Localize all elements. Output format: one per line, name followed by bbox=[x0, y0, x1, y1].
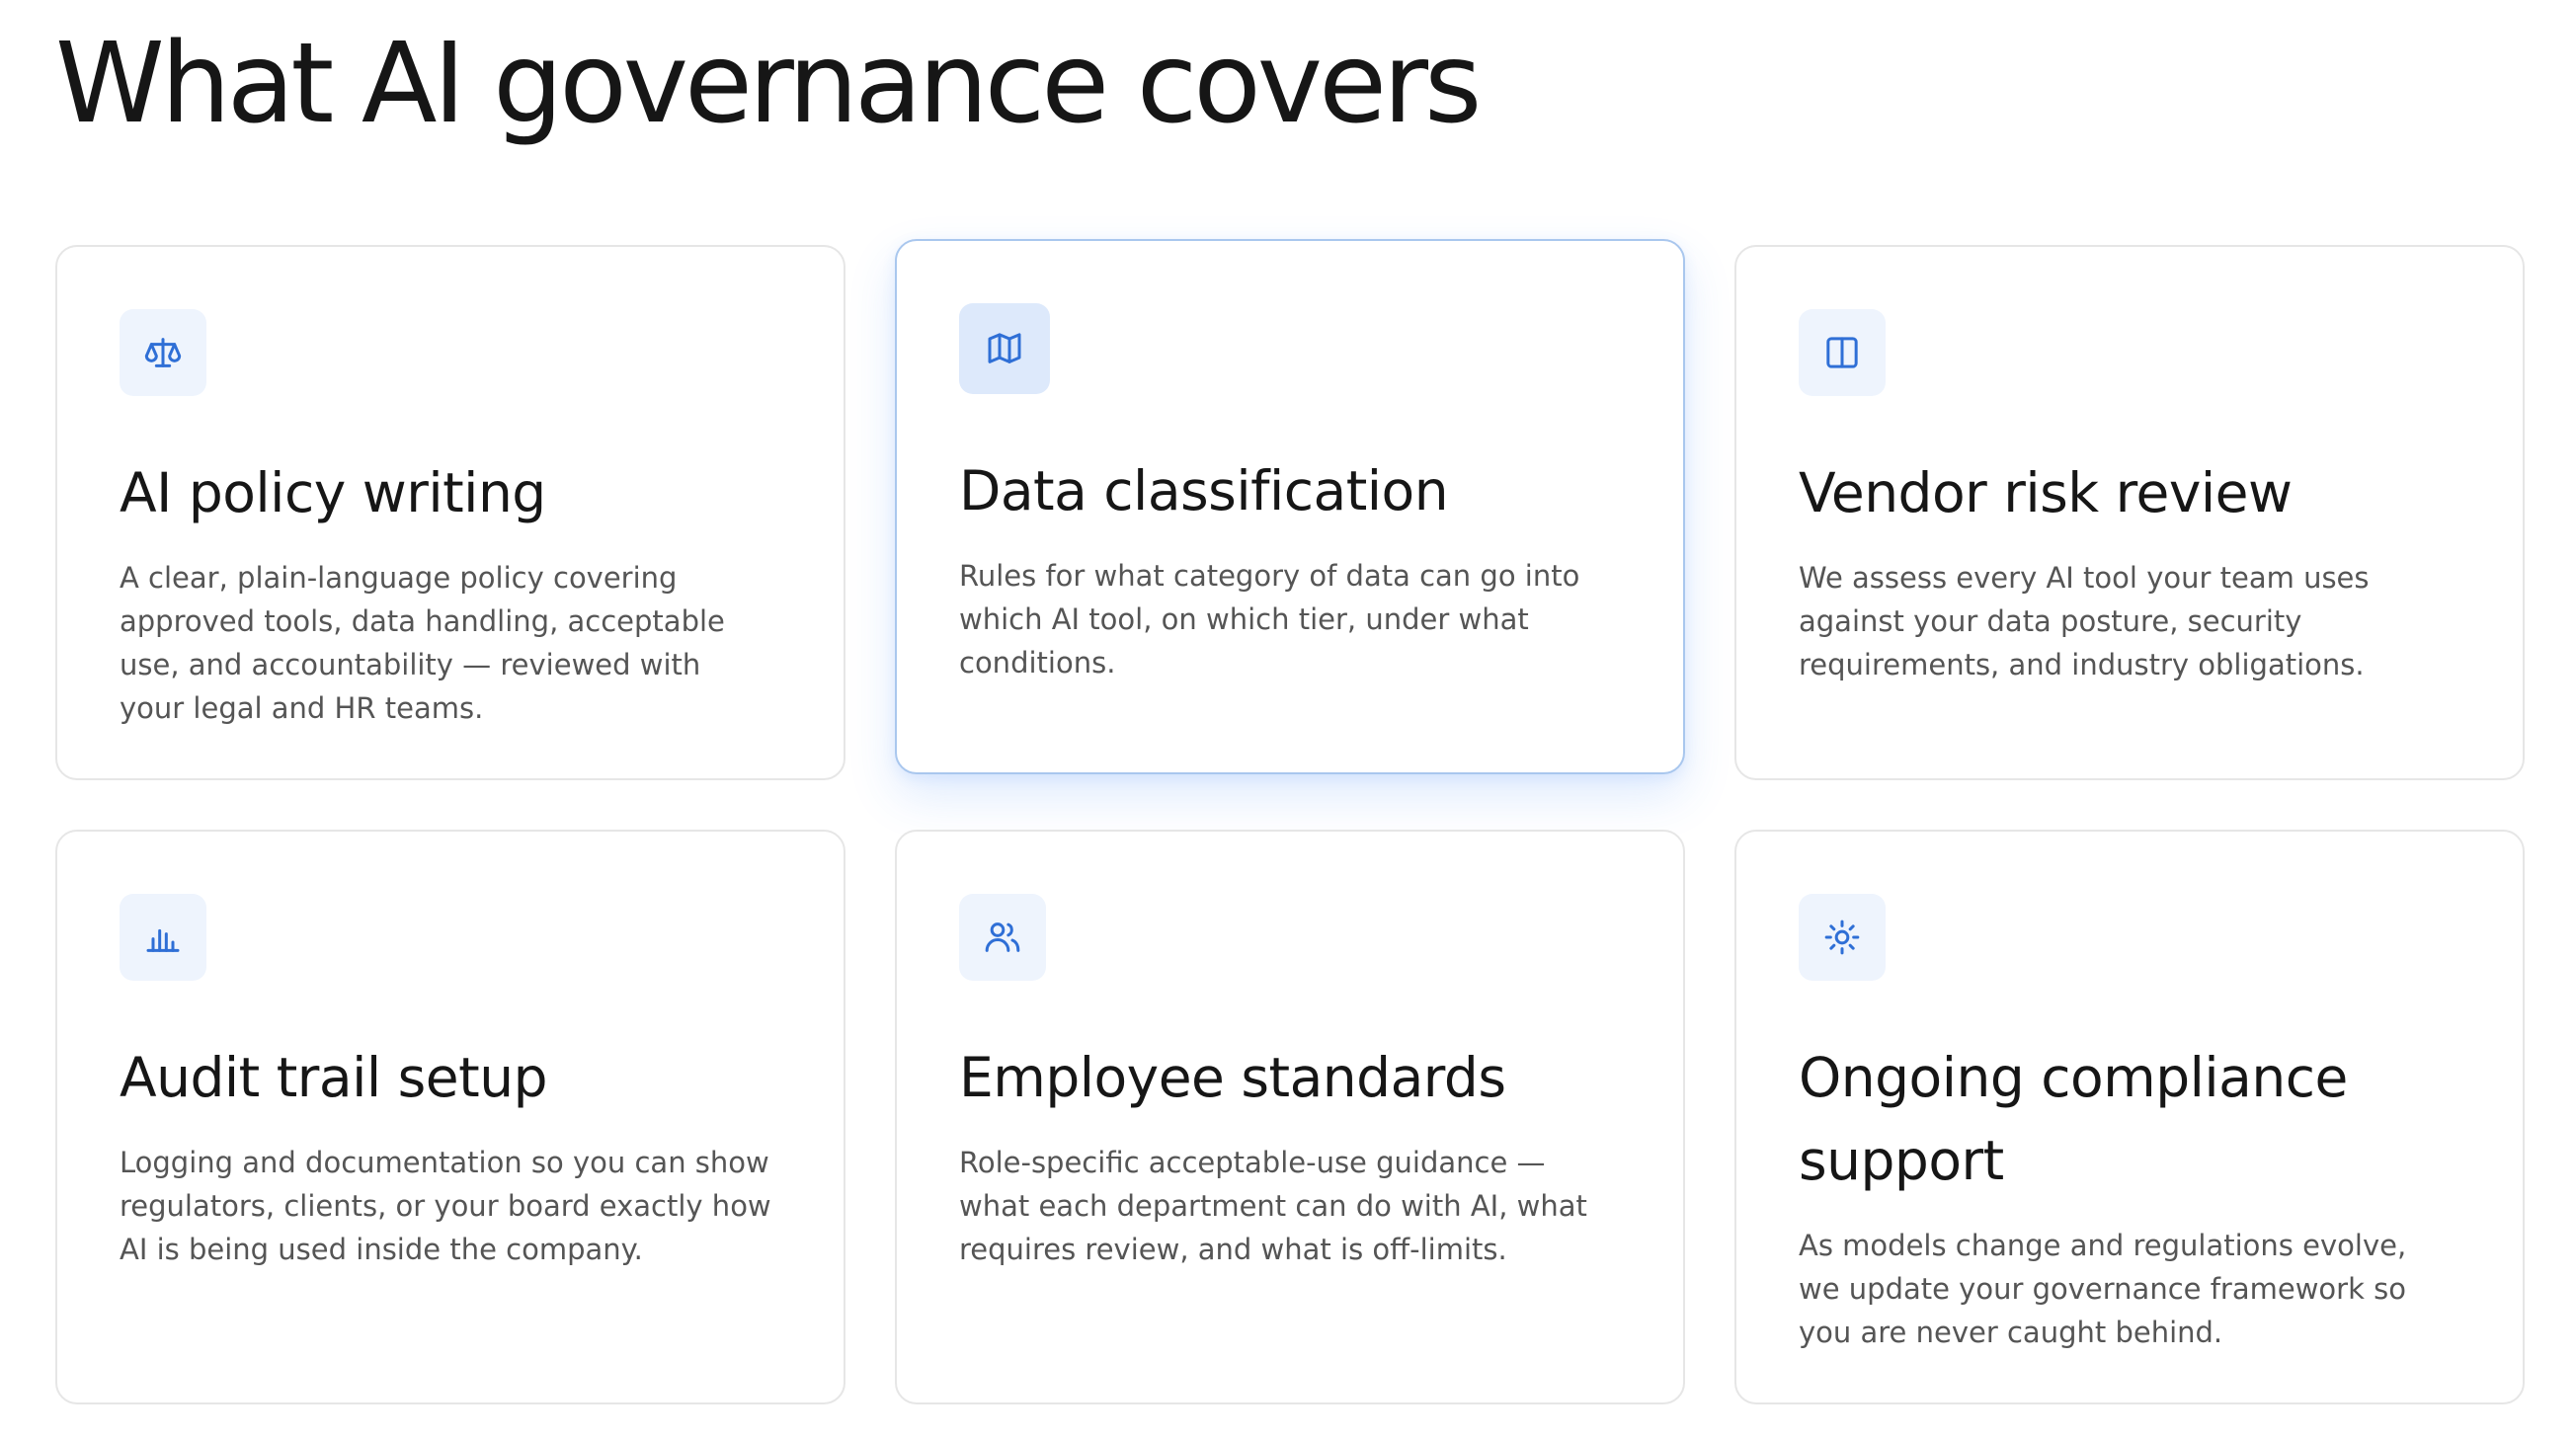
card-description: Logging and documentation so you can sho… bbox=[120, 1146, 771, 1266]
bar-chart-icon bbox=[146, 928, 180, 952]
icon-container bbox=[120, 894, 206, 981]
columns-icon bbox=[1826, 337, 1858, 368]
card-title: Employee standards bbox=[959, 1046, 1506, 1109]
card-audit-trail-setup[interactable]: Audit trail setup Logging and documentat… bbox=[55, 830, 845, 1404]
card-description: Rules for what category of data can go i… bbox=[959, 559, 1580, 680]
card-data-classification[interactable]: Data classification Rules for what categ… bbox=[895, 239, 1685, 774]
card-description: As models change and regulations evolve,… bbox=[1799, 1229, 2407, 1349]
icon-container bbox=[120, 309, 206, 396]
map-icon bbox=[988, 333, 1021, 363]
card-title: Data classification bbox=[959, 459, 1449, 522]
card-employee-standards[interactable]: Employee standards Role-specific accepta… bbox=[895, 830, 1685, 1404]
card-vendor-risk-review[interactable]: Vendor risk review We assess every AI to… bbox=[1734, 245, 2525, 780]
card-title: Ongoing compliance support bbox=[1799, 1046, 2348, 1192]
icon-container bbox=[1799, 894, 1886, 981]
card-description: Role-specific acceptable-use guidance — … bbox=[959, 1146, 1587, 1266]
card-title: AI policy writing bbox=[120, 461, 546, 524]
card-description: We assess every AI tool your team uses a… bbox=[1799, 561, 2370, 681]
card-ongoing-compliance-support[interactable]: Ongoing compliance support As models cha… bbox=[1734, 830, 2525, 1404]
icon-container bbox=[1799, 309, 1886, 396]
icon-container bbox=[959, 303, 1050, 394]
card-ai-policy-writing[interactable]: AI policy writing A clear, plain-languag… bbox=[55, 245, 845, 780]
icon-container bbox=[959, 894, 1046, 981]
sun-icon bbox=[1824, 920, 1860, 955]
scale-icon bbox=[144, 338, 182, 367]
services-grid: AI policy writing A clear, plain-languag… bbox=[55, 239, 2525, 1404]
users-icon bbox=[985, 922, 1020, 952]
card-description: A clear, plain-language policy covering … bbox=[120, 561, 725, 725]
card-title: Audit trail setup bbox=[120, 1046, 547, 1109]
page-title: What AI governance covers bbox=[55, 20, 1482, 148]
card-title: Vendor risk review bbox=[1799, 461, 2293, 524]
